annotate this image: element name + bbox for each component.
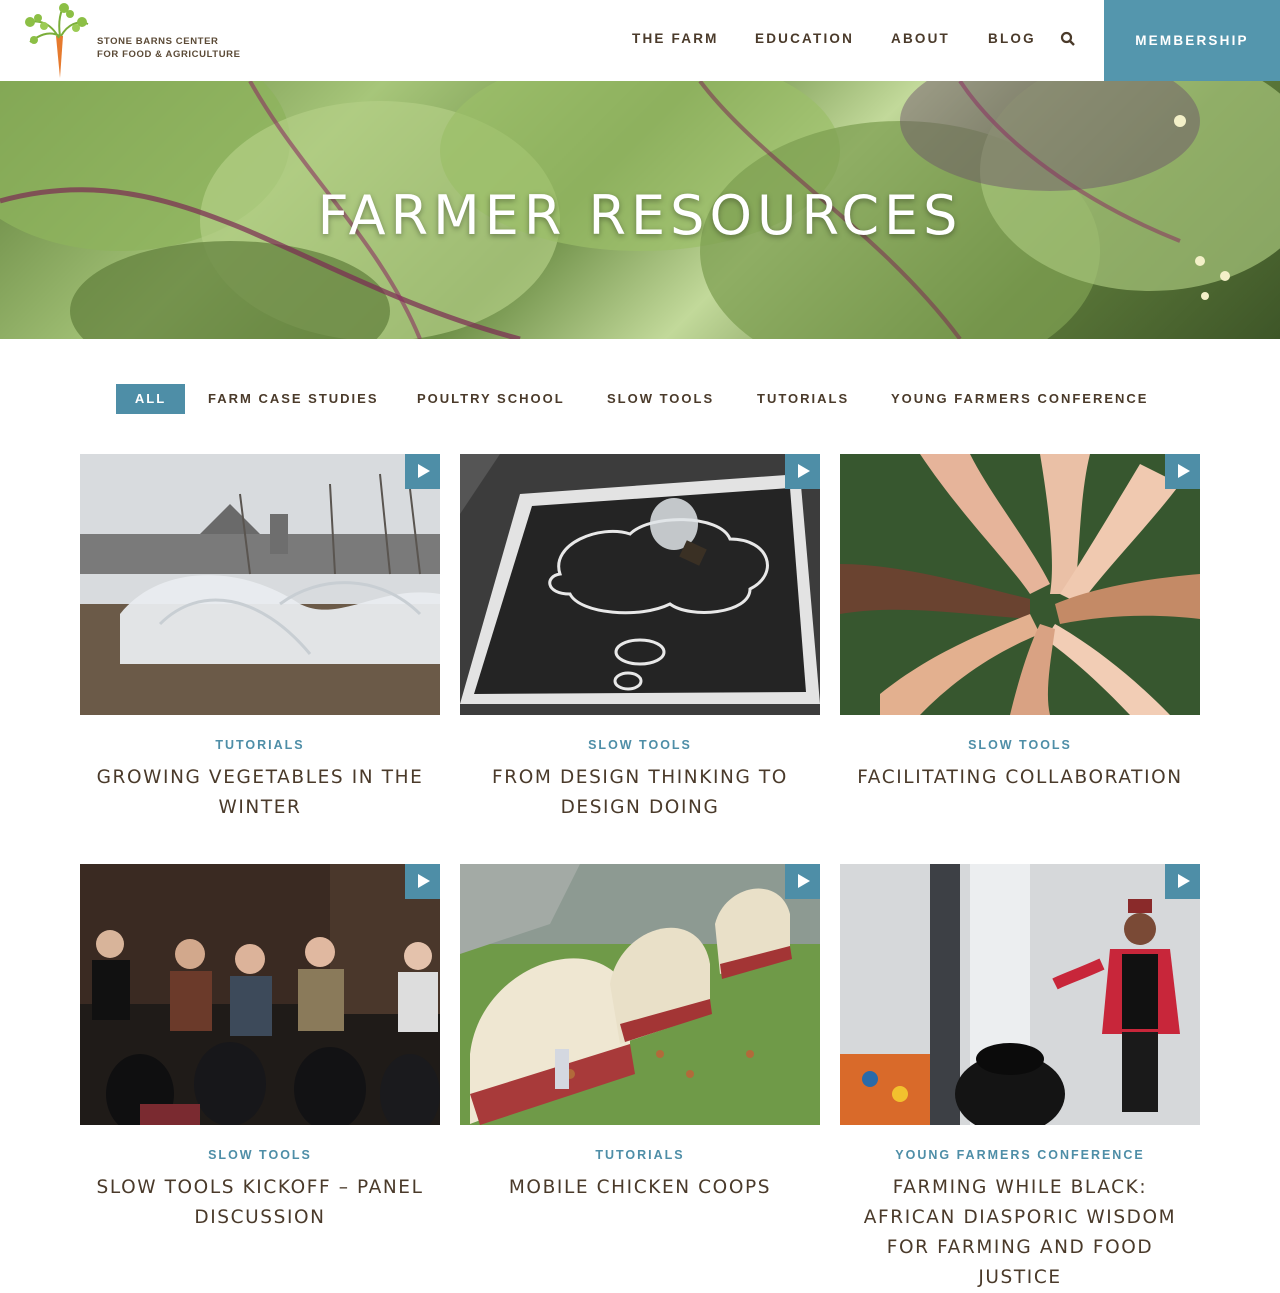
nav-blog[interactable]: BLOG: [988, 31, 1036, 46]
card-category[interactable]: YOUNG FARMERS CONFERENCE: [840, 1148, 1200, 1162]
card-category[interactable]: TUTORIALS: [460, 1148, 820, 1162]
video-play-icon[interactable]: [405, 454, 440, 489]
card-category[interactable]: SLOW TOOLS: [460, 738, 820, 752]
video-play-icon[interactable]: [1165, 454, 1200, 489]
logo-wordmark: STONE BARNS CENTER FOR FOOD & AGRICULTUR…: [97, 35, 241, 61]
card-thumbnail[interactable]: [80, 864, 440, 1125]
hero-banner: FARMER RESOURCES: [0, 81, 1280, 339]
nav-about[interactable]: ABOUT: [891, 31, 950, 46]
card-category[interactable]: SLOW TOOLS: [840, 738, 1200, 752]
card-title[interactable]: MOBILE CHICKEN COOPS: [470, 1173, 810, 1203]
card-thumbnail[interactable]: [80, 454, 440, 715]
speaker-presentation-image: [840, 864, 1200, 1125]
filter-all[interactable]: ALL: [116, 384, 185, 414]
filter-bar: ALL FARM CASE STUDIES POULTRY SCHOOL SLO…: [0, 384, 1280, 414]
membership-button[interactable]: MEMBERSHIP: [1104, 0, 1280, 81]
site-logo[interactable]: STONE BARNS CENTER FOR FOOD & AGRICULTUR…: [20, 2, 260, 80]
filter-poultry-school[interactable]: POULTRY SCHOOL: [417, 384, 565, 414]
card-title[interactable]: FROM DESIGN THINKING TO DESIGN DOING: [470, 763, 810, 823]
filter-slow-tools[interactable]: SLOW TOOLS: [607, 384, 714, 414]
filter-farm-case-studies[interactable]: FARM CASE STUDIES: [208, 384, 379, 414]
search-icon[interactable]: [1060, 31, 1076, 47]
lightbulb-chalkboard-image: [460, 454, 820, 715]
card-title[interactable]: FARMING WHILE BLACK: AFRICAN DIASPORIC W…: [850, 1173, 1190, 1293]
nav-the-farm[interactable]: THE FARM: [632, 31, 719, 46]
nav-education[interactable]: EDUCATION: [755, 31, 854, 46]
panel-discussion-image: [80, 864, 440, 1125]
logo-line-1: STONE BARNS CENTER: [97, 36, 219, 47]
card-title[interactable]: GROWING VEGETABLES IN THE WINTER: [90, 763, 430, 823]
card-thumbnail[interactable]: [460, 454, 820, 715]
card-thumbnail[interactable]: [460, 864, 820, 1125]
video-play-icon[interactable]: [405, 864, 440, 899]
card-title[interactable]: FACILITATING COLLABORATION: [850, 763, 1190, 793]
video-play-icon[interactable]: [785, 864, 820, 899]
page-title: FARMER RESOURCES: [317, 184, 963, 247]
chicken-coops-image: [460, 864, 820, 1125]
video-play-icon[interactable]: [785, 454, 820, 489]
card-category[interactable]: SLOW TOOLS: [80, 1148, 440, 1162]
logo-line-2: FOR FOOD & AGRICULTURE: [97, 49, 241, 60]
card-title[interactable]: SLOW TOOLS KICKOFF – PANEL DISCUSSION: [90, 1173, 430, 1233]
filter-young-farmers-conference[interactable]: YOUNG FARMERS CONFERENCE: [891, 384, 1148, 414]
carrot-logo-icon: [25, 3, 89, 78]
site-header: STONE BARNS CENTER FOR FOOD & AGRICULTUR…: [0, 0, 1280, 81]
filter-tutorials[interactable]: TUTORIALS: [757, 384, 849, 414]
stacked-hands-image: [840, 454, 1200, 715]
row-covers-image: [80, 454, 440, 715]
card-category[interactable]: TUTORIALS: [80, 738, 440, 752]
video-play-icon[interactable]: [1165, 864, 1200, 899]
card-thumbnail[interactable]: [840, 864, 1200, 1125]
card-thumbnail[interactable]: [840, 454, 1200, 715]
